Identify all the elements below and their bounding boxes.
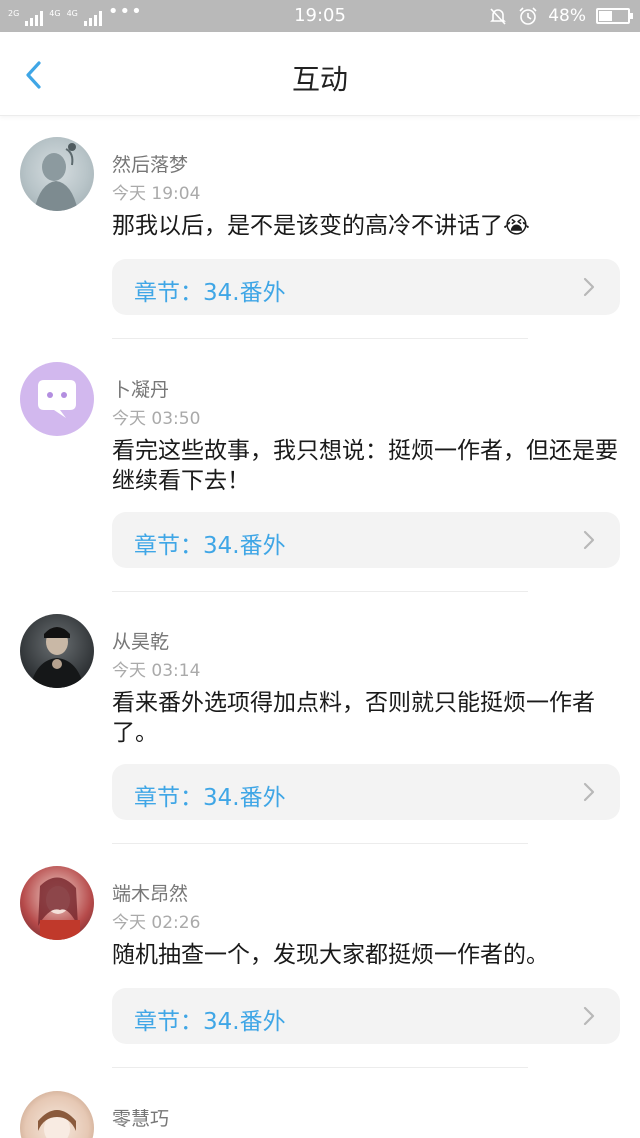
chapter-label: 章节：34.番外 (134, 280, 286, 306)
comment-text: 看来番外选项得加点料，否则就只能挺烦一作者了。 (112, 690, 595, 746)
commenter-name: 然后落梦 (112, 154, 189, 176)
alarm-icon (518, 6, 538, 26)
avatar[interactable] (20, 137, 94, 211)
chapter-link[interactable]: 章节：34.番外 (112, 764, 620, 820)
comment-time: 今天 03:14 (112, 661, 201, 681)
battery-icon (596, 8, 633, 24)
commenter-name: 端木昂然 (112, 883, 189, 905)
chapter-link[interactable]: 章节：34.番外 (112, 259, 620, 315)
header: 互动 (0, 32, 640, 116)
status-bar: 2G 4G 4G ••• 19:05 48% (0, 0, 640, 32)
comment-time: 今天 19:04 (112, 184, 201, 204)
commenter-name: 卜凝丹 (112, 379, 170, 401)
avatar[interactable] (20, 614, 94, 688)
battery-percent: 48% (548, 6, 586, 26)
comment-time: 今天 03:50 (112, 409, 201, 429)
comment-time: 今天 02:26 (112, 913, 201, 933)
chevron-right-icon (583, 1006, 595, 1026)
comment-text: 随机抽查一个，发现大家都挺烦一作者的。 (112, 942, 549, 968)
divider (112, 1067, 528, 1068)
chapter-label: 章节：34.番外 (134, 1009, 286, 1035)
chevron-right-icon (583, 277, 595, 297)
comment-text: 那我以后，是不是该变的高冷不讲话了😭 (112, 213, 530, 239)
avatar[interactable] (20, 1091, 94, 1138)
chevron-right-icon (583, 530, 595, 550)
chapter-link[interactable]: 章节：34.番外 (112, 512, 620, 568)
avatar[interactable] (20, 866, 94, 940)
chevron-right-icon (583, 782, 595, 802)
divider (112, 591, 528, 592)
chapter-label: 章节：34.番外 (134, 533, 286, 559)
comment-text: 看完这些故事，我只想说：挺烦一作者，但还是要继续看下去！ (112, 438, 618, 494)
divider (112, 843, 528, 844)
divider (112, 338, 528, 339)
commenter-name: 零慧巧 (112, 1108, 170, 1130)
commenter-name: 从昊乾 (112, 631, 170, 653)
mute-bell-icon (488, 6, 508, 26)
status-right: 48% (488, 5, 633, 27)
avatar[interactable] (20, 362, 94, 436)
chapter-label: 章节：34.番外 (134, 785, 286, 811)
chapter-link[interactable]: 章节：34.番外 (112, 988, 620, 1044)
page-title: 互动 (291, 63, 348, 96)
